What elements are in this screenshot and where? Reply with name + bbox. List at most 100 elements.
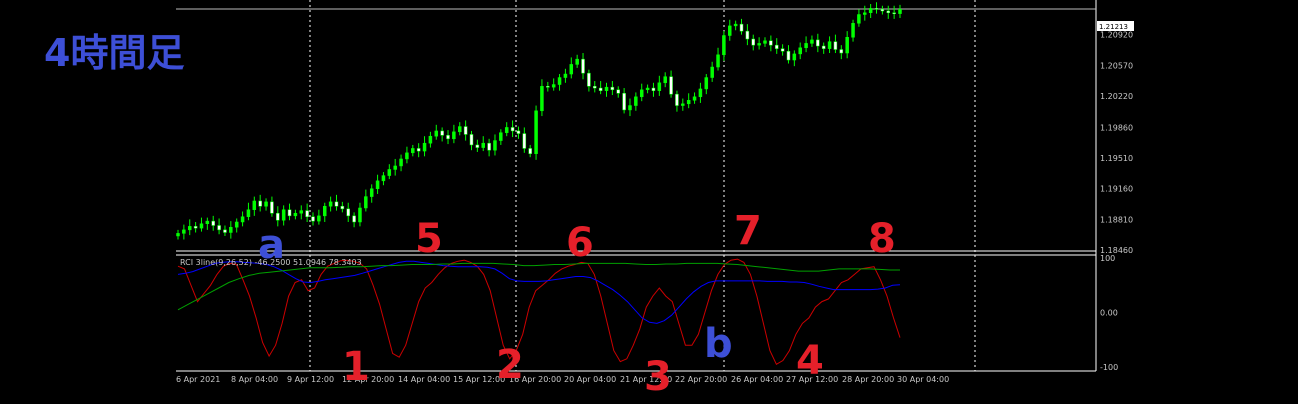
candle: [675, 90, 679, 112]
candle: [240, 211, 245, 227]
candle: [340, 201, 345, 213]
candle: [569, 57, 574, 79]
indicator-tick-label: 100: [1100, 254, 1115, 263]
candle: [581, 53, 585, 80]
time-tick-label: 14 Apr 04:00: [398, 375, 450, 384]
candle: [616, 86, 620, 98]
candle: [528, 144, 532, 158]
candle: [234, 218, 239, 233]
candle: [416, 143, 421, 158]
price-tick-label: 1.19860: [1100, 123, 1133, 132]
annotation-top-5: 5: [415, 216, 443, 262]
candle: [868, 4, 873, 19]
candle: [299, 205, 304, 220]
candle: [821, 42, 826, 54]
candle: [428, 131, 433, 148]
chart-title: 4時間足: [44, 31, 184, 75]
candle: [857, 9, 861, 27]
candle: [610, 81, 615, 96]
candle: [739, 18, 744, 35]
time-tick-label: 26 Apr 04:00: [731, 375, 783, 384]
candle: [886, 5, 891, 19]
candle: [892, 5, 896, 19]
candle: [622, 88, 626, 114]
candle: [792, 50, 797, 67]
annotation-letter-a: a: [258, 222, 285, 268]
candle: [874, 2, 879, 14]
price-tick-label: 1.20220: [1100, 92, 1133, 101]
candle: [839, 45, 844, 60]
candlestick-series: [176, 2, 902, 240]
price-tick-label: 1.20570: [1100, 61, 1133, 70]
rci-line: [177, 262, 900, 311]
candle: [364, 189, 368, 212]
candle: [205, 217, 210, 230]
candle: [681, 98, 685, 111]
candle: [786, 45, 791, 64]
chart-canvas: 1.20920 1.20570 1.20220 1.19860 1.19510 1.191…: [44, 0, 1134, 400]
time-tick-label: 8 Apr 04:00: [231, 375, 278, 384]
candle: [722, 31, 726, 61]
candle: [328, 196, 333, 212]
candle: [845, 31, 849, 59]
candle: [369, 184, 374, 203]
candle: [375, 174, 380, 194]
candle: [745, 24, 750, 46]
candle: [270, 196, 274, 217]
candle: [757, 37, 761, 50]
candle: [733, 20, 738, 31]
candle: [358, 202, 362, 227]
candle: [510, 120, 515, 138]
price-tick-label: 1.20920: [1100, 31, 1133, 40]
price-tick-label: 1.19510: [1100, 154, 1133, 163]
candle: [346, 202, 350, 222]
candle: [452, 124, 456, 144]
candle: [246, 202, 251, 221]
candle: [504, 122, 509, 137]
candle: [411, 144, 415, 157]
time-axis-ticks: 6 Apr 2021 8 Apr 04:00 9 Apr 12:00 12 Apr 2…: [176, 375, 949, 384]
candle: [798, 42, 802, 60]
candle: [405, 146, 409, 164]
candle: [557, 74, 562, 91]
candle: [393, 158, 397, 176]
candle: [211, 215, 215, 231]
indicator-tick-label: -100: [1100, 363, 1118, 372]
candle: [264, 198, 268, 211]
annotation-bottom-1: 1: [342, 344, 370, 390]
candle: [657, 75, 662, 96]
candle: [481, 136, 485, 152]
candle: [434, 124, 439, 140]
candle: [387, 164, 392, 180]
candle: [639, 83, 644, 102]
candle: [182, 224, 186, 240]
candle: [469, 130, 474, 151]
candle: [176, 229, 180, 240]
current-price-tag: 1.21213: [1099, 23, 1128, 31]
candle: [651, 82, 656, 97]
candle: [522, 127, 527, 153]
candle: [780, 44, 785, 56]
candle: [223, 225, 227, 236]
rci-series: [177, 258, 901, 366]
candle: [252, 196, 257, 216]
annotation-bottom-3: 3: [644, 354, 672, 400]
candle: [692, 92, 697, 104]
candle: [575, 54, 579, 68]
candle: [587, 69, 591, 92]
candle: [534, 105, 538, 160]
candle: [305, 203, 309, 222]
candle: [686, 93, 691, 109]
candle: [880, 5, 885, 15]
candle: [458, 122, 462, 136]
candle: [187, 219, 192, 236]
candle: [816, 33, 820, 53]
candle: [710, 61, 714, 82]
candle: [634, 92, 638, 111]
candle: [493, 134, 497, 156]
candle: [551, 78, 556, 91]
candle: [645, 84, 650, 94]
candle: [440, 127, 444, 142]
candle: [663, 72, 667, 88]
price-axis-ticks: 1.20920 1.20570 1.20220 1.19860 1.19510 1.191…: [1100, 31, 1133, 255]
